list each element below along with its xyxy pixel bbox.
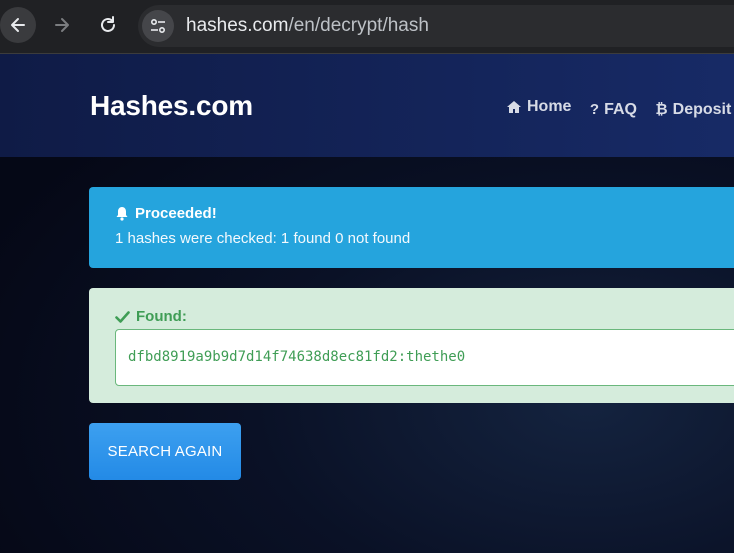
tune-icon — [150, 18, 166, 34]
browser-toolbar: hashes.com/en/decrypt/hash — [0, 0, 734, 54]
reload-icon — [101, 16, 115, 32]
url-text: hashes.com/en/decrypt/hash — [186, 15, 429, 37]
found-label: Found: — [115, 308, 734, 325]
bitcoin-icon: ₿ — [655, 101, 668, 118]
alert-title-text: Proceeded! — [135, 205, 217, 222]
back-button[interactable] — [0, 7, 36, 43]
result-field[interactable]: dfbd8919a9b9d7d14f74638d8ec81fd2:thethe0 — [115, 329, 734, 386]
nav-faq-label: FAQ — [604, 100, 637, 118]
url-path: /en/decrypt/hash — [288, 15, 429, 36]
question-icon: ? — [589, 101, 600, 118]
alert-message: 1 hashes were checked: 1 found 0 not fou… — [115, 230, 411, 247]
main-nav: Home ? FAQ ₿ Deposit — [506, 98, 734, 119]
url-host: hashes.com — [186, 15, 289, 36]
nav-deposit[interactable]: ₿ Deposit — [655, 101, 731, 119]
bell-icon — [116, 207, 128, 221]
forward-button[interactable] — [44, 7, 80, 43]
home-icon — [507, 101, 521, 113]
nav-deposit-label: Deposit — [672, 100, 732, 118]
nav-faq[interactable]: ? FAQ — [590, 101, 637, 119]
nav-home-label: Home — [527, 98, 572, 115]
page-content: Hashes.com Home ? FAQ ₿ Deposit Proceede… — [0, 54, 734, 553]
site-info-button[interactable] — [142, 10, 174, 42]
arrow-left-icon — [11, 18, 25, 32]
search-again-button[interactable]: SEARCH AGAIN — [89, 423, 241, 480]
check-icon — [115, 310, 130, 323]
found-result-box: Found: dfbd8919a9b9d7d14f74638d8ec81fd2:… — [89, 288, 734, 403]
status-alert: Proceeded! 1 hashes were checked: 1 foun… — [89, 187, 734, 268]
site-header: Hashes.com Home ? FAQ ₿ Deposit — [0, 54, 734, 157]
reload-button[interactable] — [90, 7, 126, 43]
alert-title: Proceeded! — [115, 205, 734, 222]
arrow-right-icon — [55, 18, 69, 32]
nav-home[interactable]: Home — [506, 98, 571, 116]
address-bar[interactable]: hashes.com/en/decrypt/hash — [138, 5, 734, 47]
site-logo[interactable]: Hashes.com — [90, 90, 253, 122]
found-label-text: Found: — [136, 308, 187, 325]
